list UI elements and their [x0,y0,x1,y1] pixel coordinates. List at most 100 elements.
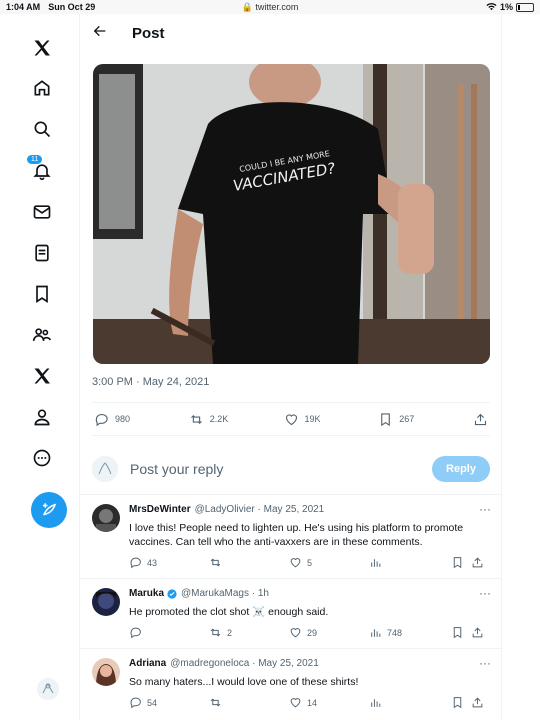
reply-header: Maruka @MarukaMags · 1h [129,588,491,599]
wifi-icon [486,2,497,13]
analytics-icon [371,699,381,707]
repost-action[interactable]: 2.2K [189,412,259,427]
bookmark-icon [381,412,391,426]
more-icon[interactable]: ··· [479,502,491,516]
sidebar-nav: 11 [0,14,80,720]
share-icon [474,413,487,425]
views-action[interactable] [369,696,451,709]
commenter-handle[interactable]: @madregoneloca · May 25, 2021 [170,658,319,669]
share-action[interactable] [471,626,491,639]
reply-item[interactable]: Adriana @madregoneloca · May 25, 2021 ··… [80,648,501,720]
reply-text: He promoted the clot shot ☠️ enough said… [129,606,329,618]
communities-icon[interactable] [32,325,52,345]
reply-header: MrsDeWinter @LadyOlivier · May 25, 2021 [129,504,491,515]
compose-post-button[interactable] [31,492,67,528]
reply-composer: Post your reply Reply [92,446,490,492]
repost-count: 2 [227,627,233,638]
share-action[interactable] [471,556,491,569]
heart-icon [285,413,297,425]
reply-icon [130,627,141,639]
repost-action[interactable] [209,696,289,709]
commenter-name[interactable]: MrsDeWinter [129,504,191,515]
commenter-avatar[interactable] [92,588,120,616]
x-logo-icon[interactable] [32,38,52,58]
reply-content: MrsDeWinter @LadyOlivier · May 25, 2021 … [129,502,491,549]
bookmark-icon [453,697,462,709]
views-action[interactable]: 748 [369,626,451,639]
like-action[interactable]: 14 [289,696,369,709]
status-bar: 1:04 AM Sun Oct 29 🔒 twitter.com 1% [0,0,540,14]
share-action[interactable] [471,696,491,709]
profile-icon[interactable] [32,407,52,427]
like-action[interactable]: 5 [289,556,369,569]
reply-action[interactable]: 54 [129,696,209,709]
lists-icon[interactable] [32,243,52,263]
repost-icon [210,628,221,637]
reply-action[interactable] [129,626,209,639]
back-arrow-icon[interactable] [92,23,116,44]
share-action[interactable] [473,412,488,427]
reply-input[interactable]: Post your reply [130,461,223,477]
reply-actions: 2 29 748 [129,626,491,639]
reply-action[interactable]: 980 [94,412,164,427]
like-action[interactable]: 29 [289,626,369,639]
share-icon [472,697,483,708]
post-column: Post COULD I BE ANY MORE VACCINATED? 3:0… [80,14,502,720]
reply-action[interactable]: 43 [129,556,209,569]
commenter-handle[interactable]: @MarukaMags · 1h [181,588,269,599]
more-options-icon[interactable] [32,448,52,468]
bookmark-action[interactable]: 267 [378,412,448,427]
reply-header: Adriana @madregoneloca · May 25, 2021 [129,658,491,669]
more-icon[interactable]: ··· [479,656,491,670]
bookmark-action[interactable] [451,626,471,639]
repost-icon [210,558,221,567]
tweet-photo[interactable]: COULD I BE ANY MORE VACCINATED? [93,64,490,364]
home-icon[interactable] [32,78,52,98]
like-action[interactable]: 19K [284,412,354,427]
status-date: Sun Oct 29 [48,2,96,12]
commenter-avatar[interactable] [92,504,120,532]
account-avatar[interactable] [37,678,59,700]
reply-count: 54 [147,697,158,708]
commenter-name[interactable]: Adriana [129,658,166,669]
battery-percent: 1% [499,2,513,12]
tweet-actions: 980 2.2K 19K 267 [92,402,490,436]
more-icon[interactable]: ··· [479,586,491,600]
bookmark-action[interactable] [451,556,471,569]
views-action[interactable] [369,556,451,569]
verified-badge-icon [167,588,177,599]
reply-button[interactable]: Reply [432,456,490,482]
bookmark-action[interactable] [451,696,471,709]
like-count: 19K [304,414,321,424]
reply-icon [130,697,141,709]
commenter-handle[interactable]: @LadyOlivier · May 25, 2021 [195,504,325,515]
heart-icon [290,698,301,708]
reply-content: Adriana @madregoneloca · May 25, 2021 ··… [129,656,491,689]
messages-envelope-icon[interactable] [32,202,52,222]
like-count: 29 [307,627,318,638]
premium-x-icon[interactable] [32,366,52,386]
notifications-bell-icon[interactable]: 11 [27,155,52,181]
reply-text: So many haters...I would love one of the… [129,676,359,688]
reply-item[interactable]: Maruka @MarukaMags · 1h ··· He promoted … [80,578,501,648]
commenter-name[interactable]: Maruka [129,588,164,599]
bookmark-icon [453,557,462,569]
tweet-timestamp[interactable]: 3:00 PM · May 24, 2021 [92,376,209,388]
repost-action[interactable] [209,556,289,569]
reply-item[interactable]: MrsDeWinter @LadyOlivier · May 25, 2021 … [80,494,501,578]
feather-plus-icon [43,503,57,516]
bookmark-count: 267 [399,414,415,424]
analytics-icon [371,629,381,637]
repost-action[interactable]: 2 [209,626,289,639]
like-count: 5 [307,557,313,568]
share-icon [472,557,483,568]
repost-icon [190,414,202,424]
reply-count: 43 [147,557,158,568]
bookmark-icon [453,627,462,639]
battery-icon [516,2,534,12]
reply-text: I love this! People need to lighten up. … [129,522,464,548]
bookmarks-icon[interactable] [32,284,52,304]
reply-actions: 54 14 [129,696,491,709]
search-icon[interactable] [32,119,52,139]
commenter-avatar[interactable] [92,658,120,686]
